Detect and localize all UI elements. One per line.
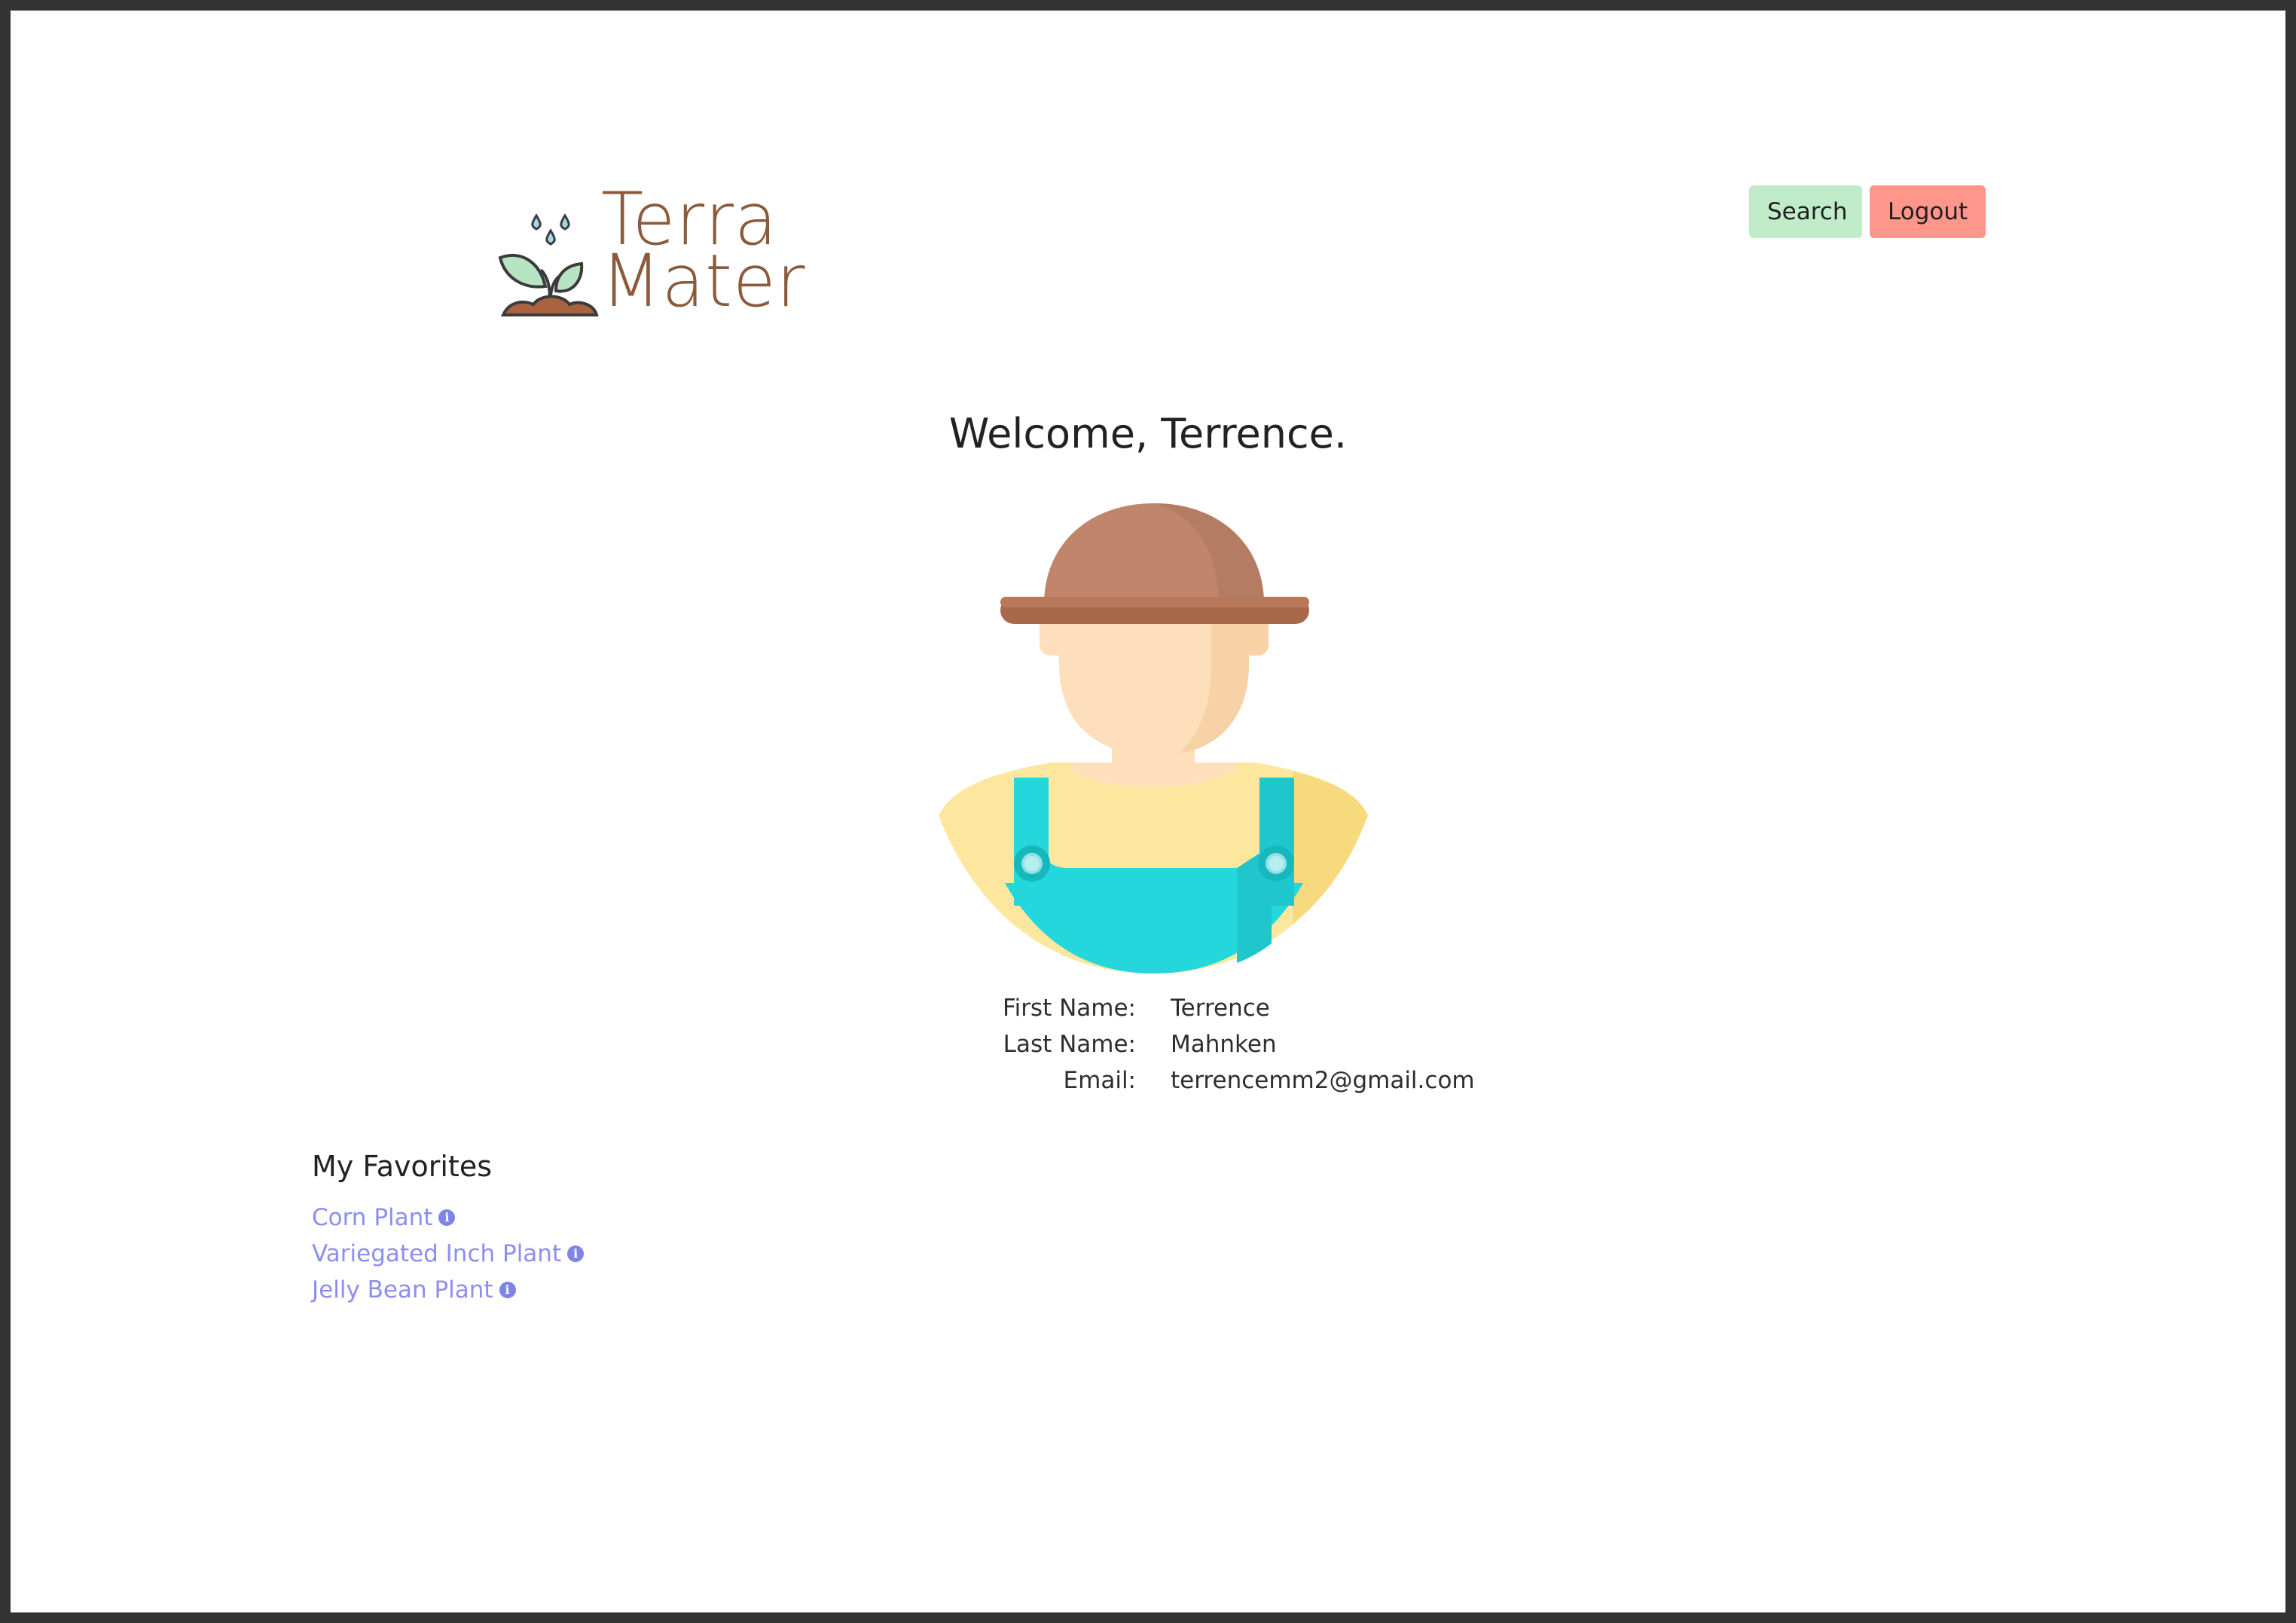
- favorite-link-corn-plant[interactable]: Corn Plant: [312, 1204, 432, 1231]
- sprout-logo-icon: [498, 213, 599, 316]
- info-icon[interactable]: i: [438, 1209, 456, 1226]
- info-icon[interactable]: i: [567, 1246, 585, 1262]
- header-nav: Search Logout: [1749, 185, 1986, 238]
- email-row: Email: terrencemm2@gmail.com: [11, 1067, 2285, 1103]
- favorite-item: Corn Plant i: [312, 1200, 584, 1236]
- brand-logo[interactable]: Terra Mater: [497, 183, 814, 330]
- favorites-list: Corn Plant i Variegated Inch Plant i Jel…: [312, 1200, 585, 1308]
- logout-button[interactable]: Logout: [1870, 185, 1986, 238]
- last-name-value: Mahnken: [1171, 1031, 1277, 1058]
- email-value: terrencemm2@gmail.com: [1171, 1067, 1475, 1094]
- brand-wordmark: Terra Mater: [601, 183, 806, 323]
- email-label: Email:: [1063, 1067, 1136, 1094]
- brand-line-2: Mater: [601, 239, 806, 323]
- welcome-heading: Welcome, Terrence.: [948, 410, 1348, 457]
- first-name-value: Terrence: [1171, 995, 1270, 1022]
- farmer-avatar: [939, 503, 1368, 973]
- favorite-link-variegated-inch-plant[interactable]: Variegated Inch Plant: [312, 1240, 561, 1267]
- search-button[interactable]: Search: [1749, 185, 1862, 238]
- favorite-item: Variegated Inch Plant i: [312, 1236, 585, 1272]
- info-icon[interactable]: i: [499, 1282, 516, 1298]
- last-name-label: Last Name:: [1003, 1031, 1136, 1058]
- first-name-label: First Name:: [1003, 995, 1136, 1022]
- favorite-item: Jelly Bean Plant i: [312, 1272, 584, 1308]
- page: Terra Mater Search Logout Welcome, Terre…: [11, 11, 2285, 1612]
- first-name-row: First Name: Terrence: [11, 995, 2285, 1031]
- last-name-row: Last Name: Mahnken: [11, 1031, 2285, 1067]
- favorites-heading: My Favorites: [312, 1150, 493, 1183]
- favorite-link-jelly-bean-plant[interactable]: Jelly Bean Plant: [312, 1276, 493, 1304]
